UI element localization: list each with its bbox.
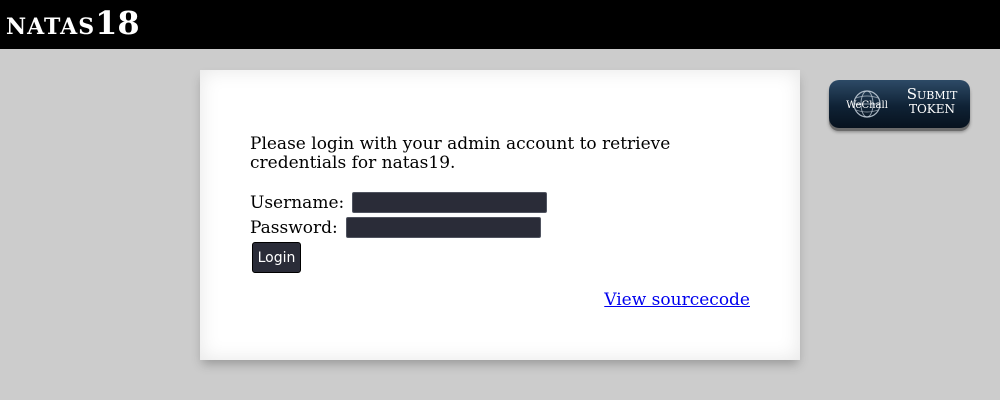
intro-text: Please login with your admin account to … (250, 134, 671, 173)
submit-token-button[interactable]: WeChall Submit TOKEN (829, 80, 970, 128)
globe-icon: WeChall (846, 90, 888, 118)
top-bar: NATAS18 (0, 0, 1000, 49)
username-label: Username: (250, 192, 345, 213)
password-field[interactable] (345, 217, 541, 238)
submit-token-label: Submit TOKEN (901, 87, 963, 117)
submit-token-line2: TOKEN (908, 102, 956, 116)
username-row: Username: (250, 192, 548, 213)
title-number: 18 (95, 4, 140, 42)
wechall-logo-text: WeChall (846, 100, 888, 111)
content-panel: Please login with your admin account to … (200, 70, 800, 360)
title-name: NATAS (6, 14, 96, 40)
login-button[interactable]: Login (252, 242, 301, 273)
view-sourcecode-link[interactable]: View sourcecode (604, 290, 750, 310)
username-field[interactable] (352, 192, 548, 213)
page-title: NATAS18 (6, 4, 140, 42)
submit-token-line1: Submit (906, 85, 958, 103)
password-label: Password: (250, 217, 338, 238)
password-row: Password: (250, 217, 541, 238)
